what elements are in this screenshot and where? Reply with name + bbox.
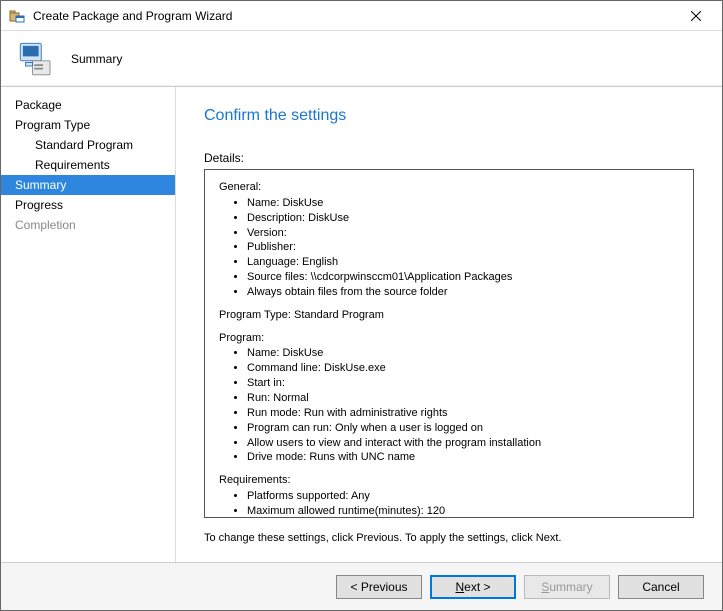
list-item: Always obtain files from the source fold…: [247, 285, 679, 300]
nav-item-requirements[interactable]: Requirements: [1, 155, 175, 175]
section-requirements-title: Requirements:: [219, 473, 679, 488]
list-item: Command line: DiskUse.exe: [247, 361, 679, 376]
list-item: Platforms supported: Any: [247, 489, 679, 504]
section-requirements-list: Platforms supported: Any Maximum allowed…: [219, 489, 679, 518]
app-icon: [9, 8, 25, 24]
close-button[interactable]: [674, 2, 718, 30]
window-title: Create Package and Program Wizard: [33, 9, 674, 23]
list-item: Run: Normal: [247, 391, 679, 406]
list-item: Name: DiskUse: [247, 196, 679, 211]
summary-button: Summary: [524, 575, 610, 599]
previous-button[interactable]: < Previous: [336, 575, 422, 599]
list-item: Version:: [247, 226, 679, 241]
list-item: Source files: \\cdcorpwinsccm01\Applicat…: [247, 270, 679, 285]
list-item: Language: English: [247, 255, 679, 270]
details-box[interactable]: General: Name: DiskUse Description: Disk…: [204, 169, 694, 518]
hint-text: To change these settings, click Previous…: [204, 532, 694, 544]
page-heading: Confirm the settings: [204, 107, 694, 125]
nav-item-standard-program[interactable]: Standard Program: [1, 135, 175, 155]
cancel-button[interactable]: Cancel: [618, 575, 704, 599]
wizard-footer: < Previous Next > Summary Cancel: [1, 562, 722, 610]
nav-item-program-type[interactable]: Program Type: [1, 115, 175, 135]
wizard-body: Package Program Type Standard Program Re…: [1, 87, 722, 562]
section-program-type-line: Program Type: Standard Program: [219, 308, 679, 323]
list-item: Allow users to view and interact with th…: [247, 436, 679, 451]
section-general-list: Name: DiskUse Description: DiskUse Versi…: [219, 196, 679, 300]
list-item: Publisher:: [247, 240, 679, 255]
list-item: Maximum allowed runtime(minutes): 120: [247, 504, 679, 518]
wizard-icon: [15, 38, 57, 80]
list-item: Start in:: [247, 376, 679, 391]
nav-item-package[interactable]: Package: [1, 95, 175, 115]
section-general-title: General:: [219, 180, 679, 195]
next-button[interactable]: Next >: [430, 575, 516, 599]
list-item: Program can run: Only when a user is log…: [247, 421, 679, 436]
nav-item-summary[interactable]: Summary: [1, 175, 175, 195]
header-band: Summary: [1, 31, 722, 87]
nav-item-progress[interactable]: Progress: [1, 195, 175, 215]
wizard-nav: Package Program Type Standard Program Re…: [1, 87, 176, 562]
list-item: Drive mode: Runs with UNC name: [247, 450, 679, 465]
section-program-list: Name: DiskUse Command line: DiskUse.exe …: [219, 346, 679, 465]
wizard-content: Confirm the settings Details: General: N…: [176, 87, 722, 562]
section-program-title: Program:: [219, 331, 679, 346]
header-label: Summary: [71, 52, 122, 66]
list-item: Description: DiskUse: [247, 211, 679, 226]
list-item: Name: DiskUse: [247, 346, 679, 361]
details-label: Details:: [204, 151, 694, 165]
titlebar: Create Package and Program Wizard: [1, 1, 722, 31]
nav-item-completion: Completion: [1, 215, 175, 235]
list-item: Run mode: Run with administrative rights: [247, 406, 679, 421]
